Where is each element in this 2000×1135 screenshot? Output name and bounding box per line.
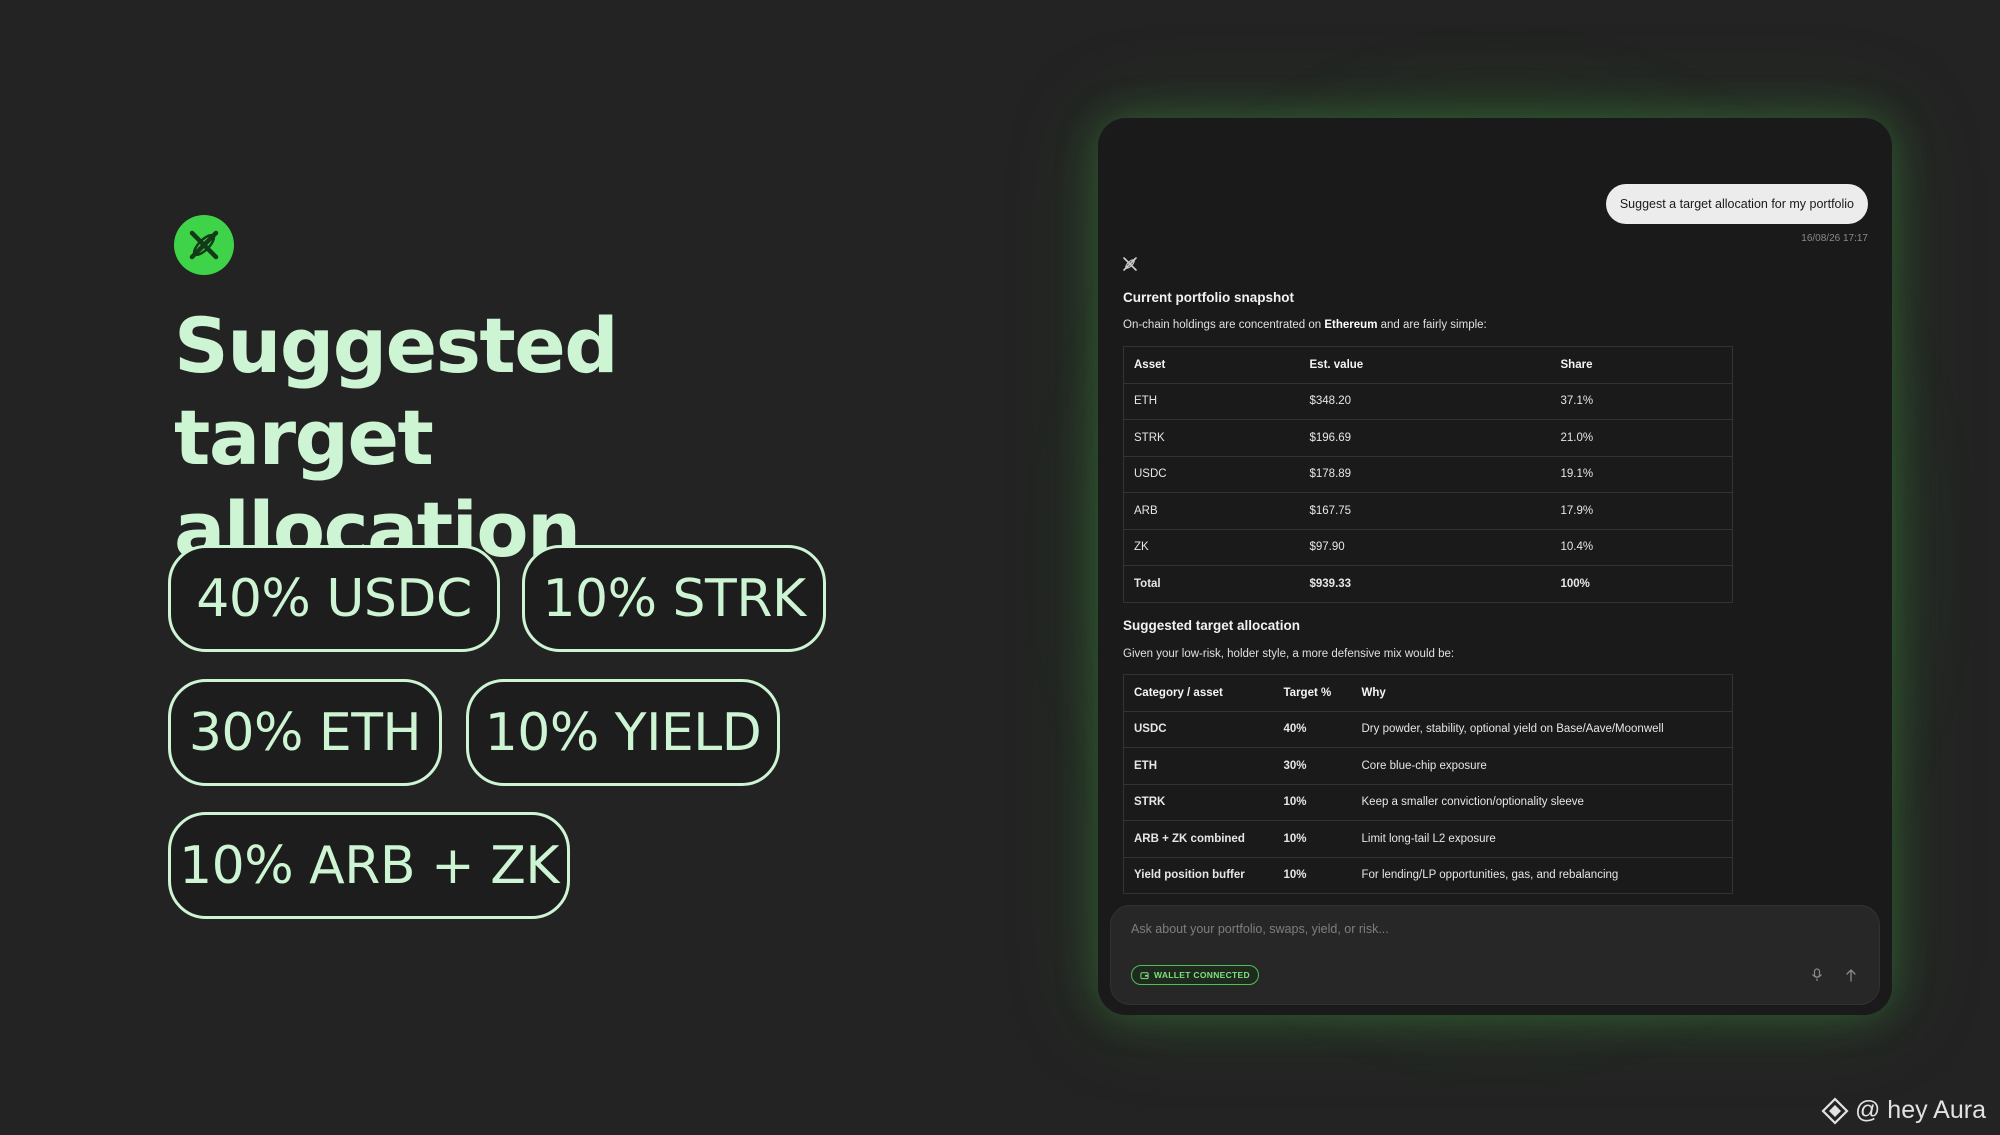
table-row: STRK $196.69 21.0% [1123,419,1733,457]
table-cell: STRK [1123,783,1274,821]
table-cell: 19.1% [1550,455,1733,493]
allocation-pill-arb-zk: 10% ARB + ZK [168,812,570,919]
mic-icon[interactable] [1811,968,1823,987]
table-row: ZK $97.90 10.4% [1123,528,1733,566]
table-cell: STRK [1123,419,1300,457]
target-allocation-table: Category / asset Target % Why USDC 40% D… [1123,674,1733,894]
table-cell: Yield position buffer [1123,856,1274,894]
snapshot-intro-text-end: and are fairly simple: [1377,319,1487,331]
table-cell: $939.33 [1299,565,1551,603]
message-timestamp: 16/08/26 17:17 [1801,233,1868,244]
table-cell: 17.9% [1550,492,1733,530]
table-row: USDC 40% Dry powder, stability, optional… [1123,710,1733,748]
watermark: @ hey Aura [1821,1096,1986,1125]
table-cell: Keep a smaller conviction/optionality sl… [1351,783,1733,821]
table-cell: 30% [1273,747,1352,785]
table-total-row: Total $939.33 100% [1123,565,1733,603]
snapshot-intro-highlight: Ethereum [1324,319,1378,331]
chat-window: Suggest a target allocation for my portf… [1098,118,1892,1015]
target-allocation-intro: Given your low-risk, holder style, a mor… [1123,648,1455,660]
table-cell: $196.69 [1299,419,1551,457]
table-cell: 37.1% [1550,382,1733,420]
table-cell: Core blue-chip exposure [1351,747,1733,785]
table-row: ARB + ZK combined 10% Limit long-tail L2… [1123,820,1733,858]
table-cell: ARB + ZK combined [1123,820,1274,858]
wallet-badge-label: WALLET CONNECTED [1154,970,1250,980]
column-header: Share [1550,346,1733,384]
table-cell: ETH [1123,382,1300,420]
user-message-bubble: Suggest a target allocation for my portf… [1605,184,1868,224]
table-row: ARB $167.75 17.9% [1123,492,1733,530]
page-title-line-1: Suggested target [174,301,619,482]
portfolio-snapshot-table: Asset Est. value Share ETH $348.20 37.1%… [1123,346,1733,603]
table-header-row: Category / asset Target % Why [1123,674,1733,712]
snapshot-title: Current portfolio snapshot [1123,290,1294,305]
table-cell: $97.90 [1299,528,1551,566]
column-header: Category / asset [1123,674,1274,712]
table-cell: USDC [1123,455,1300,493]
chat-input-box[interactable]: Ask about your portfolio, swaps, yield, … [1110,905,1880,1005]
table-cell: $167.75 [1299,492,1551,530]
allocation-pill-eth: 30% ETH [168,679,442,786]
watermark-logo-icon [1821,1096,1849,1125]
table-cell: 21.0% [1550,419,1733,457]
table-cell: 10.4% [1550,528,1733,566]
chat-input-field[interactable]: Ask about your portfolio, swaps, yield, … [1131,922,1389,936]
table-cell: 10% [1273,820,1352,858]
wallet-connected-badge[interactable]: WALLET CONNECTED [1131,965,1259,985]
table-row: ETH $348.20 37.1% [1123,382,1733,420]
send-arrow-icon[interactable] [1845,968,1857,987]
table-cell: ZK [1123,528,1300,566]
table-cell: USDC [1123,710,1274,748]
allocation-pill-yield: 10% YIELD [466,679,780,786]
column-header: Asset [1123,346,1300,384]
allocation-pill-strk: 10% STRK [522,545,826,652]
watermark-text: @ hey Aura [1854,1096,1986,1124]
table-cell: 10% [1273,783,1352,821]
wallet-icon [1140,971,1149,979]
snapshot-intro-text: On-chain holdings are concentrated on [1123,319,1325,331]
table-cell: 100% [1550,565,1733,603]
table-cell: For lending/LP opportunities, gas, and r… [1351,856,1733,894]
column-header: Est. value [1299,346,1551,384]
page-title: Suggested target allocation [174,300,894,576]
table-cell: Limit long-tail L2 exposure [1351,820,1733,858]
table-cell: 10% [1273,856,1352,894]
table-row: Yield position buffer 10% For lending/LP… [1123,856,1733,894]
table-cell: ARB [1123,492,1300,530]
table-cell: Total [1123,565,1300,603]
table-cell: ETH [1123,747,1274,785]
table-header-row: Asset Est. value Share [1123,346,1733,384]
table-row: ETH 30% Core blue-chip exposure [1123,747,1733,785]
brand-logo-icon [174,215,234,275]
table-cell: $348.20 [1299,382,1551,420]
allocation-pill-usdc: 40% USDC [168,545,500,652]
snapshot-intro: On-chain holdings are concentrated on Et… [1123,319,1487,331]
table-cell: $178.89 [1299,455,1551,493]
table-row: USDC $178.89 19.1% [1123,455,1733,493]
column-header: Why [1351,674,1733,712]
column-header: Target % [1273,674,1352,712]
target-allocation-title: Suggested target allocation [1123,618,1301,633]
table-cell: Dry powder, stability, optional yield on… [1351,710,1733,748]
table-cell: 40% [1273,710,1352,748]
table-row: STRK 10% Keep a smaller conviction/optio… [1123,783,1733,821]
bot-avatar-icon [1122,256,1138,277]
